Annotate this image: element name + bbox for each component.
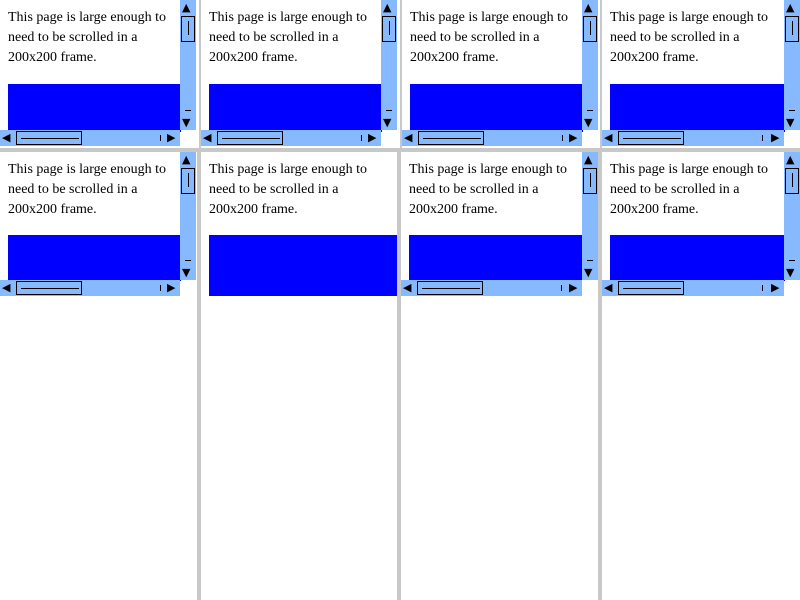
scroll-tick	[160, 135, 161, 141]
scroll-up-icon[interactable]: ▲	[584, 154, 592, 165]
scroll-right-icon[interactable]: ▶	[569, 282, 577, 293]
horizontal-scroll-thumb[interactable]	[217, 131, 283, 145]
scroll-up-icon[interactable]: ▲	[383, 2, 391, 13]
horizontal-scroll-thumb[interactable]	[618, 131, 684, 145]
scroll-tick	[789, 110, 795, 111]
vertical-scroll-thumb[interactable]	[583, 16, 597, 42]
vertical-scrollbar[interactable]: ▲ ▼	[381, 0, 397, 130]
frame-text: This page is large enough to need to be …	[610, 162, 768, 217]
vertical-scrollbar[interactable]: ▲ ▼	[582, 152, 598, 280]
frame-text: This page is large enough to need to be …	[209, 10, 367, 65]
vertical-scroll-thumb[interactable]	[181, 168, 195, 194]
horizontal-scroll-thumb[interactable]	[16, 281, 82, 295]
blue-block	[209, 84, 382, 132]
vertical-scroll-thumb[interactable]	[785, 168, 799, 194]
vertical-scroll-thumb[interactable]	[181, 16, 195, 42]
scroll-tick	[762, 135, 763, 141]
frame-text: This page is large enough to need to be …	[209, 162, 367, 217]
horizontal-scroll-thumb[interactable]	[618, 281, 684, 295]
scroll-left-icon[interactable]: ◀	[403, 282, 411, 293]
horizontal-scrollbar[interactable]: ◀ ▶	[602, 280, 784, 296]
frame-7: This page is large enough to need to be …	[401, 152, 598, 600]
scroll-right-icon[interactable]: ▶	[569, 132, 577, 143]
scroll-tick	[789, 260, 795, 261]
scroll-up-icon[interactable]: ▲	[786, 154, 794, 165]
scroll-right-icon[interactable]: ▶	[771, 132, 779, 143]
vertical-scrollbar[interactable]: ▲ ▼	[180, 152, 196, 280]
scroll-down-icon[interactable]: ▼	[182, 117, 190, 128]
scroll-left-icon[interactable]: ◀	[604, 132, 612, 143]
scroll-left-icon[interactable]: ◀	[604, 282, 612, 293]
scroll-tick	[361, 135, 362, 141]
horizontal-scrollbar[interactable]: ◀ ▶	[0, 130, 180, 146]
scroll-down-icon[interactable]: ▼	[584, 267, 592, 278]
scroll-right-icon[interactable]: ▶	[368, 132, 376, 143]
scroll-tick	[562, 135, 563, 141]
blue-block	[8, 84, 181, 132]
scroll-up-icon[interactable]: ▲	[584, 2, 592, 13]
scroll-left-icon[interactable]: ◀	[203, 132, 211, 143]
scroll-tick	[386, 110, 392, 111]
scroll-down-icon[interactable]: ▼	[786, 267, 794, 278]
scroll-tick	[160, 285, 161, 291]
vertical-scroll-thumb[interactable]	[583, 168, 597, 194]
frame-text: This page is large enough to need to be …	[8, 162, 166, 217]
frame-text: This page is large enough to need to be …	[409, 162, 567, 217]
scroll-tick	[185, 260, 191, 261]
blue-block	[410, 84, 583, 132]
frame-2: This page is large enough to need to be …	[201, 0, 398, 146]
scroll-left-icon[interactable]: ◀	[404, 132, 412, 143]
scroll-tick	[561, 285, 562, 291]
scroll-right-icon[interactable]: ▶	[167, 282, 175, 293]
frame-text: This page is large enough to need to be …	[410, 10, 568, 65]
scroll-down-icon[interactable]: ▼	[786, 117, 794, 128]
frame-text: This page is large enough to need to be …	[610, 10, 768, 65]
scroll-tick	[587, 110, 593, 111]
scroll-right-icon[interactable]: ▶	[167, 132, 175, 143]
horizontal-scrollbar[interactable]: ◀ ▶	[602, 130, 784, 146]
horizontal-scroll-thumb[interactable]	[417, 281, 483, 295]
frame-4: This page is large enough to need to be …	[602, 0, 800, 146]
blue-block	[610, 235, 785, 281]
blue-block	[409, 235, 582, 281]
horizontal-scrollbar[interactable]: ◀ ▶	[401, 280, 582, 296]
frame-1: This page is large enough to need to be …	[0, 0, 197, 146]
vertical-scrollbar[interactable]: ▲ ▼	[582, 0, 598, 130]
frame-3: This page is large enough to need to be …	[402, 0, 598, 146]
vertical-scrollbar[interactable]: ▲ ▼	[784, 152, 800, 280]
horizontal-scrollbar[interactable]: ◀ ▶	[402, 130, 582, 146]
vertical-scroll-thumb[interactable]	[785, 16, 799, 42]
scroll-left-icon[interactable]: ◀	[2, 132, 10, 143]
blue-block	[610, 84, 785, 132]
horizontal-scroll-thumb[interactable]	[418, 131, 484, 145]
scroll-down-icon[interactable]: ▼	[383, 117, 391, 128]
scroll-tick	[185, 110, 191, 111]
vertical-scrollbar[interactable]: ▲ ▼	[784, 0, 800, 130]
blue-block	[209, 235, 397, 296]
frame-5: This page is large enough to need to be …	[0, 152, 197, 600]
horizontal-scrollbar[interactable]: ◀ ▶	[0, 280, 180, 296]
frame-6: This page is large enough to need to be …	[201, 152, 397, 600]
scroll-up-icon[interactable]: ▲	[786, 2, 794, 13]
horizontal-scrollbar[interactable]: ◀ ▶	[201, 130, 381, 146]
scroll-left-icon[interactable]: ◀	[2, 282, 10, 293]
scroll-right-icon[interactable]: ▶	[771, 282, 779, 293]
vertical-scroll-thumb[interactable]	[382, 16, 396, 42]
horizontal-scroll-thumb[interactable]	[16, 131, 82, 145]
vertical-scrollbar[interactable]: ▲ ▼	[180, 0, 196, 130]
scroll-up-icon[interactable]: ▲	[182, 154, 190, 165]
frame-text: This page is large enough to need to be …	[8, 10, 166, 65]
blue-block	[8, 235, 181, 281]
frame-8: This page is large enough to need to be …	[602, 152, 800, 600]
scroll-down-icon[interactable]: ▼	[584, 117, 592, 128]
scroll-tick	[762, 285, 763, 291]
scroll-down-icon[interactable]: ▼	[182, 267, 190, 278]
scroll-up-icon[interactable]: ▲	[182, 2, 190, 13]
scroll-tick	[587, 260, 593, 261]
